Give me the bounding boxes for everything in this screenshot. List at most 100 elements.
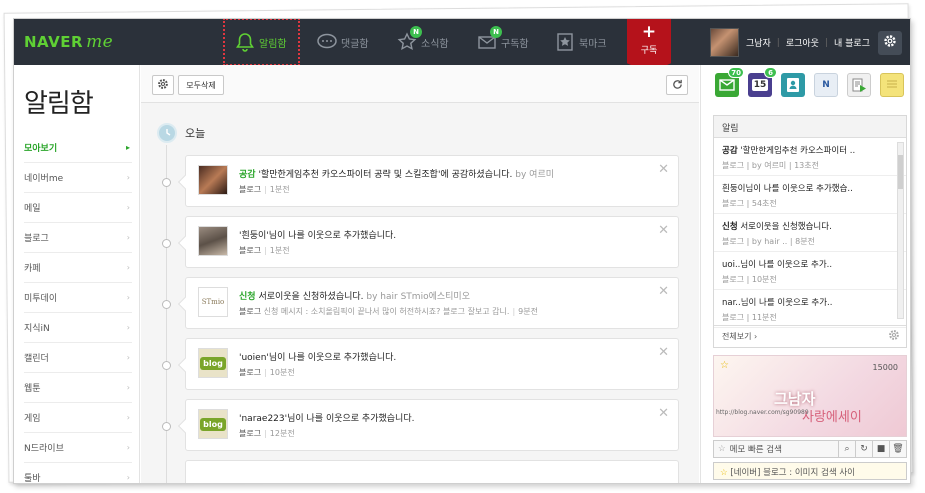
sidebar-item-label: 네이버me (24, 174, 64, 184)
bookmark-icon (554, 31, 576, 53)
scrollbar[interactable] (897, 142, 904, 319)
card-message[interactable]: '할만한게임추천 카오스파이터 공략 및 스킬조합'에 공감하셨습니다. (258, 170, 512, 180)
scrollbar-thumb[interactable] (898, 155, 903, 189)
memo-widget[interactable]: ☆ 15000 그남자 사랑에세이 http://blog.naver.com/… (713, 355, 907, 437)
sidebar-item-me2day[interactable]: 미투데이 › (24, 283, 132, 313)
card-message[interactable]: 'narae223'님이 나를 이웃으로 추가했습니다. (239, 414, 414, 424)
card-text: 공감 '할만한게임추천 카오스파이터 공략 및 스킬조합'에 공감하셨습니다. … (239, 167, 554, 180)
card-service[interactable]: 블로그 (239, 429, 261, 438)
notification-card[interactable]: STmio 신청 서로이웃을 신청하셨습니다. by hair STmio에스티… (162, 277, 679, 329)
card-pointer (177, 296, 193, 312)
search-icon[interactable]: ⌕ (838, 441, 855, 457)
sidebar-item-ndrive[interactable]: N드라이브 › (24, 433, 132, 463)
sidebar-item-toolbar[interactable]: 툴바 › (24, 463, 132, 483)
close-icon[interactable]: ✕ (658, 162, 669, 177)
sidebar-item-mail[interactable]: 메일 › (24, 193, 132, 223)
notification-card[interactable]: blog 'narae223'님이 나를 이웃으로 추가했습니다. 블로그 | 12… (162, 399, 679, 451)
notification-card[interactable] (185, 460, 679, 483)
tab-notifications[interactable]: 알림함 (234, 19, 287, 65)
gear-icon[interactable] (888, 329, 900, 343)
sidebar-item-game[interactable]: 게임 › (24, 403, 132, 433)
close-icon[interactable]: ✕ (658, 345, 669, 360)
notification-list-item[interactable]: nar..님이 나를 이웃으로 추가.. 블로그 | 11분전 (714, 290, 906, 328)
timeline-dot (162, 239, 171, 248)
blog-badge-icon: blog (200, 417, 226, 431)
sidebar-item-cafe[interactable]: 카페 › (24, 253, 132, 283)
refresh-icon[interactable]: ↻ (855, 441, 872, 457)
close-icon[interactable]: ✕ (658, 406, 669, 421)
notification-list-item[interactable]: 공감 '할만한게임추천 카오스파이터 .. 블로그 | by 여르미 | 13초전 (714, 138, 906, 176)
memo-list-item[interactable]: ☆ [네이버] 블로그 : 이미지 검색 사이 (713, 462, 907, 480)
avatar[interactable] (709, 28, 739, 57)
card-service[interactable]: 블로그 (239, 368, 261, 377)
top-navigation-bar: NAVER me 알림함 댓글함 N 소식함 N 구독함 북마크 + 구독 그남… (14, 19, 910, 73)
view-all-link[interactable]: 전체보기 › (722, 332, 757, 341)
naver-n-app-icon[interactable]: N (814, 73, 838, 97)
tab-comments[interactable]: 댓글함 (316, 19, 369, 65)
notification-list-item[interactable]: 흰둥이님이 나를 이웃으로 추가했습.. 블로그 | 54초전 (714, 176, 906, 214)
subscribe-mail-icon: N (476, 26, 502, 53)
tab-subscriptions[interactable]: N 구독함 (476, 19, 529, 65)
card-service[interactable]: 블로그 (239, 307, 261, 316)
tab-bookmarks[interactable]: 북마크 (554, 19, 607, 65)
item-keyword: 신청 (722, 222, 738, 232)
card-service[interactable]: 블로그 (239, 185, 261, 194)
news-icon: N (396, 26, 422, 53)
item-meta: 블로그 | by hair .. | 8분전 (722, 237, 815, 246)
card-message[interactable]: 'uoien'님이 나를 이웃으로 추가했습니다. (239, 353, 396, 363)
sidebar-item-kin[interactable]: 지식iN › (24, 313, 132, 343)
notification-list-item[interactable]: uoi..님이 나를 이웃으로 추가.. 블로그 | 10분전 (714, 252, 906, 290)
card-keyword[interactable]: 신청 (239, 292, 256, 302)
card-author[interactable]: by hair STmio에스티미오 (366, 292, 470, 302)
card-author[interactable]: by 여르미 (515, 170, 554, 180)
notification-card[interactable]: '흰둥이'님이 나를 이웃으로 추가했습니다. 블로그 | 1분전 ✕ (162, 216, 679, 268)
card-message[interactable]: '흰둥이'님이 나를 이웃으로 추가했습니다. (239, 231, 396, 241)
sidebar-item-label: 지식iN (24, 324, 50, 334)
trash-icon[interactable]: 🗑 (889, 441, 906, 457)
user-thumbnail[interactable] (198, 165, 228, 195)
close-icon[interactable]: ✕ (658, 284, 669, 299)
feed-settings-button[interactable] (152, 75, 174, 95)
settings-button[interactable] (878, 30, 902, 55)
naver-me-logo[interactable]: NAVER me (24, 32, 113, 52)
item-text: 흰둥이님이 나를 이웃으로 추가했습.. (722, 184, 853, 194)
item-text: 서로이웃을 신청했습니다. (737, 222, 832, 232)
blog-thumbnail[interactable]: blog (198, 409, 228, 439)
sidebar-item-naverme[interactable]: 네이버me › (24, 163, 132, 193)
blog-thumbnail[interactable]: blog (198, 348, 228, 378)
notification-panel-title: 알림 (714, 116, 906, 138)
memo-search-bar: ☆ 메모 빠른 검색 ⌕ ↻ ■ 🗑 (713, 440, 907, 458)
tab-news[interactable]: N 소식함 (396, 19, 449, 65)
sidebar-item-all[interactable]: 모아보기 ▸ (24, 133, 132, 163)
logout-link[interactable]: 로그아웃 (786, 36, 819, 49)
user-thumbnail[interactable] (198, 226, 228, 256)
memo-search-input[interactable]: 메모 빠른 검색 (730, 443, 838, 455)
memo-app-icon[interactable] (880, 73, 904, 97)
card-service[interactable]: 블로그 (239, 246, 261, 255)
stmio-logo[interactable]: STmio (198, 287, 228, 317)
mail-app-icon[interactable]: 70 (715, 67, 744, 97)
tab-bookmarks-label: 북마크 (579, 38, 607, 50)
close-icon[interactable]: ✕ (658, 223, 669, 238)
card-pointer (177, 235, 193, 251)
refresh-button[interactable] (666, 75, 688, 95)
notification-card[interactable]: blog 'uoien'님이 나를 이웃으로 추가했습니다. 블로그 | 10분전 … (162, 338, 679, 390)
sidebar-item-webtoon[interactable]: 웹툰 › (24, 373, 132, 403)
delete-all-button[interactable]: 모두삭제 (178, 75, 224, 95)
card-pointer (177, 418, 193, 434)
notification-list-item[interactable]: 신청 서로이웃을 신청했습니다. 블로그 | by hair .. | 8분전 (714, 214, 906, 252)
card-keyword[interactable]: 공감 (239, 170, 256, 180)
user-name[interactable]: 그남자 (746, 36, 771, 49)
my-blog-link[interactable]: 내 블로그 (834, 36, 870, 49)
tab-notifications-label: 알림함 (259, 38, 287, 50)
calendar-app-icon[interactable]: 15 6 (748, 67, 777, 97)
card-message[interactable]: 서로이웃을 신청하셨습니다. (258, 292, 363, 302)
sidebar-item-calendar[interactable]: 캘린더 › (24, 343, 132, 373)
sidebar-item-blog[interactable]: 블로그 › (24, 223, 132, 253)
item-meta: 블로그 | 11분전 (722, 313, 777, 322)
media-app-icon[interactable] (847, 73, 871, 97)
notification-card[interactable]: 공감 '할만한게임추천 카오스파이터 공략 및 스킬조합'에 공감하셨습니다. … (162, 155, 679, 207)
contacts-app-icon[interactable] (781, 73, 805, 97)
star-icon[interactable]: ☆ (720, 360, 729, 371)
stop-icon[interactable]: ■ (872, 441, 889, 457)
